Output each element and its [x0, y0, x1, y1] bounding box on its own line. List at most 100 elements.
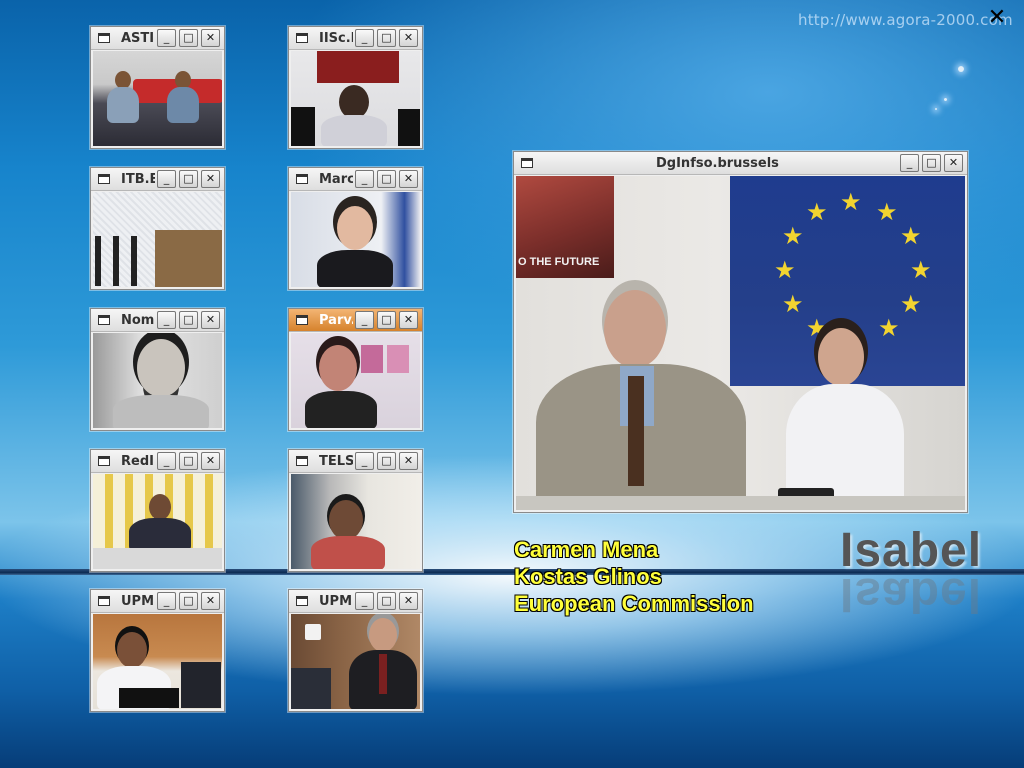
- close-button[interactable]: ✕: [399, 452, 418, 470]
- flag-star-icon: ★: [774, 256, 796, 284]
- brand-logo-reflection: Isabel: [840, 568, 983, 621]
- window-menu-icon[interactable]: [296, 456, 308, 466]
- participant-body: [167, 87, 199, 123]
- window-menu-icon[interactable]: [521, 158, 533, 168]
- video-window-asti[interactable]: ASTI _ □ ✕: [90, 26, 225, 149]
- chair: [291, 668, 331, 709]
- maximize-button[interactable]: □: [377, 452, 396, 470]
- window-menu-icon[interactable]: [98, 174, 110, 184]
- window-menu-icon[interactable]: [296, 315, 308, 325]
- window-titlebar[interactable]: IISc.I _ □ ✕: [289, 27, 422, 50]
- flag-star-icon: ★: [782, 290, 804, 318]
- close-button[interactable]: ✕: [201, 170, 220, 188]
- video-feed: [93, 51, 222, 146]
- minimize-button[interactable]: _: [355, 592, 374, 610]
- video-window-marc[interactable]: Marc _ □ ✕: [288, 167, 423, 290]
- video-window-itb[interactable]: ITB.E _ □ ✕: [90, 167, 225, 290]
- main-video-feed: O THE FUTURE ★ ★ ★ ★ ★ ★ ★ ★ ★ ★ ★ ★: [516, 176, 965, 510]
- window-titlebar-active[interactable]: Parv. _ □ ✕: [289, 309, 422, 332]
- video-feed: [291, 474, 420, 569]
- maximize-button[interactable]: □: [179, 592, 198, 610]
- window-titlebar[interactable]: TELS _ □ ✕: [289, 450, 422, 473]
- minimize-button[interactable]: _: [355, 452, 374, 470]
- participant-head: [337, 206, 373, 250]
- window-menu-icon[interactable]: [98, 33, 110, 43]
- video-window-upm-1[interactable]: UPM _ □ ✕: [90, 589, 225, 712]
- participant-body: [107, 87, 139, 123]
- video-window-upm-2[interactable]: UPM _ □ ✕: [288, 589, 423, 712]
- window-title: ASTI: [121, 31, 155, 46]
- main-video-window-dginfso[interactable]: DgInfso.brussels _ □ ✕ O THE FUTURE ★ ★ …: [513, 151, 968, 513]
- minimize-button[interactable]: _: [157, 170, 176, 188]
- maximize-button[interactable]: □: [377, 29, 396, 47]
- poster: [387, 345, 409, 373]
- window-menu-icon[interactable]: [296, 596, 308, 606]
- laptop: [119, 688, 179, 708]
- close-button[interactable]: ✕: [399, 170, 418, 188]
- equipment: [181, 662, 221, 708]
- participant-head: [818, 328, 864, 386]
- video-window-redi[interactable]: RedI _ □ ✕: [90, 449, 225, 572]
- tie: [379, 654, 387, 694]
- window-titlebar[interactable]: ITB.E _ □ ✕: [91, 168, 224, 191]
- close-button[interactable]: ✕: [201, 452, 220, 470]
- window-titlebar[interactable]: Marc _ □ ✕: [289, 168, 422, 191]
- speaker-head: [604, 290, 666, 368]
- maximize-button[interactable]: □: [179, 452, 198, 470]
- video-window-parv[interactable]: Parv. _ □ ✕: [288, 308, 423, 431]
- participant-body: [305, 391, 377, 428]
- window-menu-icon[interactable]: [296, 174, 308, 184]
- window-title: Nom: [121, 313, 155, 328]
- window-title: IISc.I: [319, 31, 353, 46]
- speaker-tie: [628, 376, 644, 486]
- video-window-iisc[interactable]: IISc.I _ □ ✕: [288, 26, 423, 149]
- minimize-button[interactable]: _: [355, 170, 374, 188]
- participant-body: [113, 395, 209, 428]
- overlay-close-icon[interactable]: ✕: [986, 7, 1008, 29]
- window-titlebar[interactable]: RedI _ □ ✕: [91, 450, 224, 473]
- window-titlebar[interactable]: DgInfso.brussels _ □ ✕: [514, 152, 967, 175]
- participant-head: [137, 339, 185, 397]
- video-feed: [291, 192, 420, 287]
- close-button[interactable]: ✕: [201, 29, 220, 47]
- window-titlebar[interactable]: Nom _ □ ✕: [91, 309, 224, 332]
- maximize-button[interactable]: □: [377, 311, 396, 329]
- window-menu-icon[interactable]: [98, 596, 110, 606]
- window-menu-icon[interactable]: [296, 33, 308, 43]
- minimize-button[interactable]: _: [157, 29, 176, 47]
- window-menu-icon[interactable]: [98, 315, 110, 325]
- maximize-button[interactable]: □: [179, 29, 198, 47]
- maximize-button[interactable]: □: [377, 592, 396, 610]
- poster: [361, 345, 383, 373]
- maximize-button[interactable]: □: [179, 170, 198, 188]
- minimize-button[interactable]: _: [355, 29, 374, 47]
- close-button[interactable]: ✕: [201, 592, 220, 610]
- flag-star-icon: ★: [782, 222, 804, 250]
- maximize-button[interactable]: □: [377, 170, 396, 188]
- minimize-button[interactable]: _: [157, 311, 176, 329]
- minimize-button[interactable]: _: [900, 154, 919, 172]
- window-titlebar[interactable]: UPM _ □ ✕: [289, 590, 422, 613]
- flag-star-icon: ★: [806, 198, 828, 226]
- minimize-button[interactable]: _: [157, 452, 176, 470]
- flag-star-icon: ★: [878, 314, 900, 342]
- close-button[interactable]: ✕: [201, 311, 220, 329]
- video-window-nom[interactable]: Nom _ □ ✕: [90, 308, 225, 431]
- close-button[interactable]: ✕: [944, 154, 963, 172]
- minimize-button[interactable]: _: [355, 311, 374, 329]
- window-menu-icon[interactable]: [98, 456, 110, 466]
- video-window-tels[interactable]: TELS _ □ ✕: [288, 449, 423, 572]
- maximize-button[interactable]: □: [922, 154, 941, 172]
- maximize-button[interactable]: □: [179, 311, 198, 329]
- close-button[interactable]: ✕: [399, 29, 418, 47]
- chairs: [95, 236, 153, 286]
- monitor: [398, 109, 420, 146]
- window-titlebar[interactable]: UPM _ □ ✕: [91, 590, 224, 613]
- participant-head: [329, 500, 363, 540]
- close-button[interactable]: ✕: [399, 311, 418, 329]
- window-titlebar[interactable]: ASTI _ □ ✕: [91, 27, 224, 50]
- window-title: TELS: [319, 454, 353, 469]
- close-button[interactable]: ✕: [399, 592, 418, 610]
- minimize-button[interactable]: _: [157, 592, 176, 610]
- participant-head: [117, 632, 147, 668]
